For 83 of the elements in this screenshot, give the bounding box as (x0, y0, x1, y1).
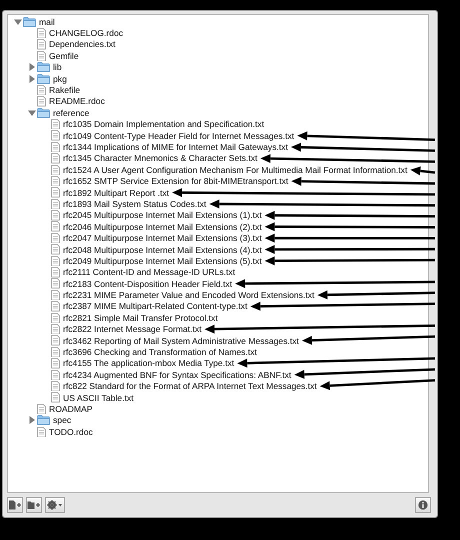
file-name[interactable]: rfc4155 The application-mbox Media Type.txt (63, 358, 234, 368)
file-name[interactable]: README.rdoc (49, 96, 105, 106)
document-icon (51, 187, 60, 198)
document-icon (51, 176, 60, 186)
document-icon (51, 392, 60, 403)
document-icon (37, 28, 46, 38)
file-name[interactable]: rfc2045 Multipurpose Internet Mail Extensions (1).txt (63, 210, 262, 220)
folder-icon (37, 62, 50, 72)
file-name[interactable]: pkg (53, 74, 67, 84)
file-name[interactable]: rfc1049 Content-Type Header Field for Internet Messages.txt (63, 130, 294, 141)
file-name[interactable]: rfc1345 Character Mnemonics & Character Sets.txt (63, 153, 258, 164)
folder-icon (37, 415, 50, 426)
document-icon (51, 256, 60, 266)
file-name[interactable]: rfc2387 MIME Multipart-Related Content-type.txt (63, 301, 248, 312)
file-name[interactable]: rfc2821 Simple Mail Transfer Protocol.txt (63, 312, 218, 323)
document-icon (51, 153, 60, 164)
document-icon (37, 84, 46, 96)
document-icon (51, 130, 60, 141)
document-icon (51, 244, 60, 255)
file-name[interactable]: rfc2111 Content-ID and Message-ID URLs.txt (63, 267, 236, 278)
document-icon (51, 164, 60, 176)
document-icon (51, 312, 60, 324)
file-name[interactable]: rfc1893 Mail System Status Codes.txt (63, 198, 206, 209)
document-icon (51, 324, 60, 334)
file-name[interactable]: Rakefile (49, 85, 80, 96)
document-icon (51, 301, 60, 312)
file-name[interactable]: lib (53, 62, 62, 72)
document-icon (51, 290, 60, 300)
file-name[interactable]: Gemfile (49, 50, 79, 61)
document-icon (51, 210, 60, 221)
document-icon (51, 142, 60, 152)
document-icon (51, 380, 60, 392)
collapse-triangle-icon[interactable] (14, 18, 22, 26)
file-name[interactable]: rfc2046 Multipurpose Internet Mail Extensions (2).txt (63, 222, 262, 232)
file-name[interactable]: rfc4234 Augmented BNF for Syntax Specifications: ABNF.txt (63, 370, 292, 380)
folder-icon (37, 74, 50, 84)
document-icon (51, 267, 60, 278)
new-folder-button[interactable] (26, 497, 42, 513)
expand-triangle-icon[interactable] (28, 63, 36, 72)
document-icon (51, 346, 60, 358)
file-name[interactable]: rfc3696 Checking and Transformation of Names.txt (63, 347, 257, 358)
document-icon (51, 221, 60, 232)
file-name[interactable]: rfc2048 Multipurpose Internet Mail Extensions (4).txt (63, 244, 262, 254)
settings-button[interactable] (45, 497, 65, 513)
file-name[interactable]: TODO.rdoc (49, 426, 93, 437)
document-icon (37, 426, 46, 437)
document-icon (51, 118, 60, 130)
file-name[interactable]: reference (53, 108, 90, 118)
file-name[interactable]: Dependencies.txt (49, 39, 116, 50)
expand-triangle-icon[interactable] (28, 74, 36, 83)
collapse-triangle-icon[interactable] (28, 108, 36, 117)
document-icon (51, 335, 60, 346)
file-name[interactable]: rfc1524 A User Agent Configuration Mechanism For Multimedia Mail Format Information.txt (63, 164, 408, 175)
document-icon (51, 198, 60, 210)
folder-icon (37, 108, 50, 118)
file-name[interactable]: rfc2231 MIME Parameter Value and Encoded Word Extensions.txt (63, 290, 314, 300)
document-icon (37, 96, 46, 107)
file-name[interactable]: rfc2822 Internet Message Format.txt (63, 324, 202, 334)
document-icon (51, 358, 60, 369)
file-name[interactable]: CHANGELOG.rdoc (49, 28, 124, 38)
file-name[interactable]: mail (39, 16, 55, 27)
document-icon (37, 50, 46, 62)
file-name[interactable]: rfc2183 Content-Disposition Header Field.txt (63, 278, 232, 289)
document-icon (51, 370, 60, 380)
file-name[interactable]: rfc1344 Implications of MIME for Internet Mail Gateways.txt (63, 142, 288, 152)
expand-triangle-icon[interactable] (28, 416, 36, 424)
file-name[interactable]: US ASCII Table.txt (63, 392, 134, 403)
document-icon (51, 278, 60, 289)
document-icon (37, 404, 46, 414)
document-icon (37, 39, 46, 50)
folder-icon (23, 16, 36, 27)
document-icon (51, 232, 60, 244)
file-name[interactable]: ROADMAP (49, 404, 92, 414)
file-name[interactable]: spec (53, 415, 72, 426)
file-name[interactable]: rfc822 Standard for the Format of ARPA Internet Text Messages.txt (63, 381, 317, 392)
file-name[interactable]: rfc2047 Multipurpose Internet Mail Extensions (3).txt (63, 233, 262, 244)
file-name[interactable]: rfc1652 SMTP Service Extension for 8bit-MIMEtransport.txt (63, 176, 288, 186)
file-name[interactable]: rfc1035 Domain Implementation and Specification.txt (63, 119, 264, 130)
file-name[interactable]: rfc3462 Reporting of Mail System Administrative Messages.txt (63, 336, 299, 346)
file-name[interactable]: rfc2049 Multipurpose Internet Mail Extensions (5).txt (63, 256, 262, 266)
file-name[interactable]: rfc1892 Multipart Report .txt (63, 188, 170, 198)
info-button[interactable] (415, 497, 431, 513)
new-file-button[interactable] (7, 497, 23, 513)
